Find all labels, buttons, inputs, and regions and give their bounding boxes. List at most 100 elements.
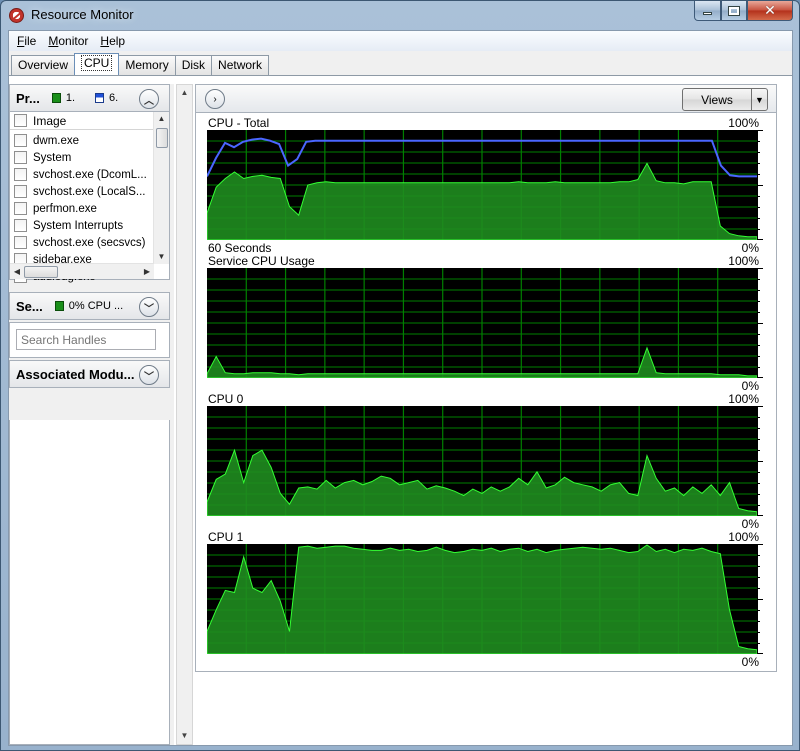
minimize-button[interactable]	[694, 1, 721, 21]
collapse-graphs-button[interactable]: ›	[205, 89, 225, 109]
chevron-right-icon: ›	[213, 93, 217, 105]
process-row[interactable]: System	[10, 149, 154, 166]
tab-network[interactable]: Network	[211, 55, 270, 75]
graph-title: CPU 1	[208, 530, 244, 544]
graphs-toolbar: › Views ▼	[196, 85, 776, 113]
process-name: svchost.exe (LocalS...	[33, 185, 146, 198]
services-section-header[interactable]: Se... 0% CPU ... ﹀	[9, 292, 170, 320]
chevron-down-icon: ﹀	[144, 303, 154, 315]
process-checkbox[interactable]	[14, 168, 27, 181]
close-icon: ✕	[764, 2, 776, 18]
process-row[interactable]: svchost.exe (secsvcs)	[10, 234, 154, 251]
services-cpu-usage: 0% CPU ...	[54, 300, 123, 312]
tab-disk[interactable]: Disk	[174, 55, 213, 75]
process-name: svchost.exe (DcomL...	[33, 168, 147, 181]
graph-min-label: 0%	[741, 517, 759, 531]
process-checkbox[interactable]	[14, 236, 27, 249]
process-row[interactable]: svchost.exe (LocalS...	[10, 183, 154, 200]
graph-time-span-label: 60 Seconds	[208, 241, 272, 255]
process-name: perfmon.exe	[33, 202, 97, 215]
graph-canvas	[207, 544, 757, 654]
pane-splitter[interactable]	[170, 84, 174, 745]
menu-monitor[interactable]: Monitor	[42, 34, 94, 48]
main-scroll-up-icon[interactable]: ▲	[177, 85, 192, 101]
processes-section-header[interactable]: Pr... 1. 6. ︿	[9, 84, 170, 112]
main-scroll-down-icon[interactable]: ▼	[177, 728, 192, 744]
graph-min-label: 0%	[741, 241, 759, 255]
tab-overview-label: Overview	[18, 58, 69, 72]
tab-memory[interactable]: Memory	[118, 55, 176, 75]
graph-canvas	[207, 268, 757, 378]
left-pane: Pr... 1. 6. ︿ Image dwm.exe System svcho…	[9, 84, 170, 745]
processes-cpu-usage: 1.	[51, 92, 95, 104]
graph-max-label: 100%	[728, 392, 759, 406]
graph-title: CPU 0	[208, 392, 244, 406]
process-checkbox[interactable]	[14, 151, 27, 164]
graph-4: CPU 1 100% 0%	[207, 530, 763, 669]
processes-cpu-usage-value: 1.	[65, 92, 76, 104]
tab-cpu[interactable]: CPU	[74, 53, 120, 75]
process-row[interactable]: svchost.exe (DcomL...	[10, 166, 154, 183]
chevron-down-icon: ﹀	[144, 371, 154, 383]
modules-section-header[interactable]: Associated Modu... ﹀	[9, 360, 170, 388]
menu-file[interactable]: File	[11, 34, 42, 48]
scroll-left-arrow-icon[interactable]: ◀	[10, 264, 24, 280]
dropdown-arrow-icon[interactable]: ▼	[751, 89, 767, 110]
resource-monitor-icon	[9, 8, 24, 23]
maximize-button[interactable]	[721, 1, 747, 21]
graph-canvas	[207, 406, 757, 516]
graph-max-label: 100%	[728, 530, 759, 544]
scroll-up-arrow-icon[interactable]: ▲	[154, 112, 169, 126]
graph-max-label: 100%	[728, 254, 759, 268]
max-frequency-legend-icon	[95, 93, 105, 103]
main-vertical-scrollbar[interactable]: ▲ ▼	[176, 84, 193, 745]
process-list: Image dwm.exe System svchost.exe (DcomL...…	[9, 112, 170, 283]
processes-max-frequency-value: 6.	[109, 92, 119, 104]
services-title: Se...	[16, 298, 43, 314]
tab-cpu-label: CPU	[81, 55, 113, 71]
search-handles-input[interactable]	[16, 329, 156, 350]
graph-1: CPU - Total 100% 60 Seconds 0%	[207, 116, 763, 255]
process-list-horizontal-scrollbar[interactable]: ◀ ▶	[10, 263, 154, 279]
resource-monitor-window: Resource Monitor ✕ File Monitor Help Ove…	[0, 0, 800, 751]
graph-scale-ticks	[757, 406, 763, 516]
process-checkbox[interactable]	[14, 202, 27, 215]
graph-scale-ticks	[757, 130, 763, 240]
process-list-header: Image	[10, 112, 154, 130]
graph-canvas	[207, 130, 757, 240]
close-button[interactable]: ✕	[747, 1, 793, 21]
scroll-down-arrow-icon[interactable]: ▼	[154, 250, 169, 264]
process-checkbox[interactable]	[14, 134, 27, 147]
graph-min-label: 0%	[741, 655, 759, 669]
tab-network-label: Network	[218, 58, 263, 72]
image-column-header[interactable]: Image	[33, 114, 66, 128]
process-checkbox[interactable]	[14, 219, 27, 232]
tab-strip: Overview CPU Memory Disk Network	[11, 53, 270, 75]
chevron-up-icon: ︿	[144, 95, 154, 107]
scroll-thumb[interactable]	[156, 128, 168, 148]
hscroll-thumb[interactable]	[24, 266, 58, 278]
views-button[interactable]: Views ▼	[682, 88, 768, 111]
title-bar[interactable]: Resource Monitor ✕	[1, 1, 799, 30]
tab-overview[interactable]: Overview	[11, 55, 76, 75]
graph-max-label: 100%	[728, 116, 759, 130]
process-row[interactable]: dwm.exe	[10, 132, 154, 149]
window-title: Resource Monitor	[31, 7, 134, 22]
process-row[interactable]: perfmon.exe	[10, 200, 154, 217]
process-checkbox[interactable]	[14, 185, 27, 198]
process-name: System	[33, 151, 72, 164]
select-all-checkbox[interactable]	[14, 114, 27, 127]
cpu-tab-page: Pr... 1. 6. ︿ Image dwm.exe System svcho…	[9, 75, 792, 745]
expand-services-button[interactable]: ﹀	[139, 297, 159, 317]
process-list-vertical-scrollbar[interactable]: ▲ ▼	[153, 112, 169, 264]
process-row[interactable]: System Interrupts	[10, 217, 154, 234]
left-pane-empty-area	[9, 420, 170, 745]
handles-section	[9, 322, 170, 358]
menu-help[interactable]: Help	[94, 34, 131, 48]
collapse-processes-button[interactable]: ︿	[139, 89, 159, 109]
scroll-right-arrow-icon[interactable]: ▶	[140, 264, 154, 280]
expand-modules-button[interactable]: ﹀	[139, 365, 159, 385]
graph-scale-ticks	[757, 268, 763, 378]
graph-3: CPU 0 100% 0%	[207, 392, 763, 531]
graph-title: CPU - Total	[208, 116, 270, 130]
